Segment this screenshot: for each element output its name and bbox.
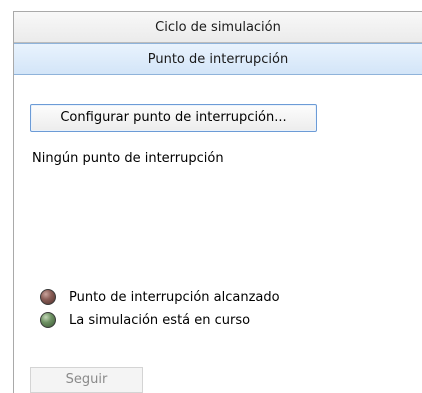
legend-label-breakpoint-reached: Punto de interrupción alcanzado	[69, 289, 280, 305]
breakpoint-status-text: Ningún punto de interrupción	[32, 151, 224, 166]
simulation-cycle-header-label: Ciclo de simulación	[155, 20, 281, 35]
breakpoint-content: Configurar punto de interrupción... Ning…	[14, 75, 422, 393]
legend-item-breakpoint-reached: Punto de interrupción alcanzado	[40, 286, 280, 308]
green-status-dot-icon	[40, 312, 56, 328]
breakpoint-header[interactable]: Punto de interrupción	[14, 43, 422, 75]
configure-breakpoint-button-label: Configurar punto de interrupción...	[60, 110, 287, 125]
continue-button[interactable]: Seguir	[30, 367, 143, 393]
legend-label-simulation-running: La simulación está en curso	[69, 312, 251, 328]
continue-button-label: Seguir	[65, 372, 108, 387]
configure-breakpoint-button[interactable]: Configurar punto de interrupción...	[30, 104, 317, 132]
breakpoint-header-label: Punto de interrupción	[147, 52, 289, 67]
brown-status-dot-icon	[40, 289, 56, 305]
simulation-cycle-header[interactable]: Ciclo de simulación	[14, 12, 422, 43]
simulation-panel: Ciclo de simulación Punto de interrupció…	[13, 11, 422, 393]
legend-item-simulation-running: La simulación está en curso	[40, 309, 250, 331]
